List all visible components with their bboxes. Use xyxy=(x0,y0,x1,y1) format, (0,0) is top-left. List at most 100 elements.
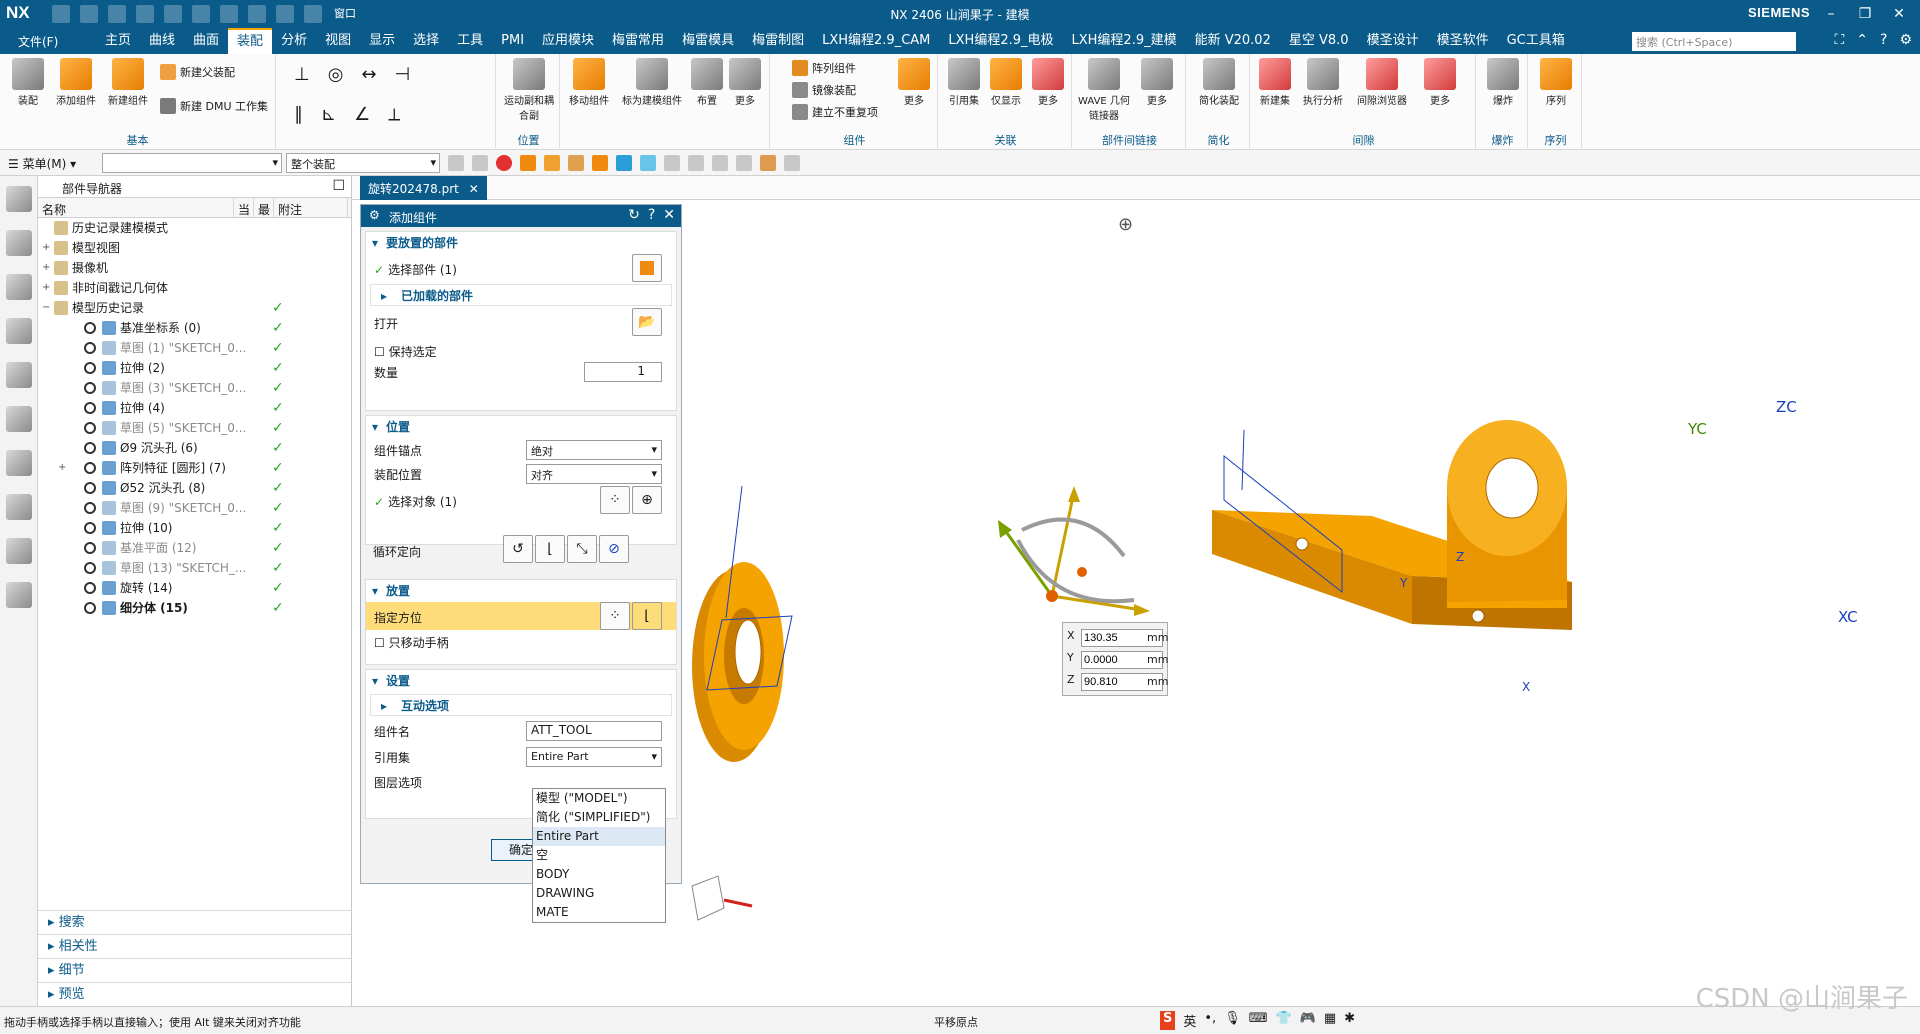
face-filter-icon[interactable] xyxy=(544,155,560,171)
ribbon-tab[interactable]: 梅雷模具 xyxy=(673,28,743,54)
touch-align-icon[interactable]: ⊥ xyxy=(294,64,310,85)
dropdown-option[interactable]: DRAWING xyxy=(533,884,665,903)
component-filter-icon[interactable] xyxy=(592,155,608,171)
more-button-3[interactable]: 更多 xyxy=(1028,58,1068,107)
clearance-browser-button[interactable]: 间隙浏览器 xyxy=(1352,58,1412,107)
ime-mode-label[interactable]: 英 xyxy=(1183,1011,1196,1030)
navigator-section[interactable]: ▸ 细节 xyxy=(38,958,352,982)
concentric-icon[interactable]: ◎ xyxy=(328,64,344,85)
section-settings-header[interactable]: 设置 xyxy=(366,670,676,692)
visibility-eye-icon[interactable] xyxy=(84,402,96,414)
perpendicular-icon[interactable]: ⊾ xyxy=(321,104,336,125)
reset-orient-button[interactable]: ↺ xyxy=(503,535,533,563)
visibility-eye-icon[interactable] xyxy=(84,362,96,374)
column-header[interactable]: 附注 xyxy=(274,198,348,217)
specify-orient-row[interactable]: 指定方位 ⁘ ⌊ xyxy=(366,602,676,630)
expand-toggle-icon[interactable]: + xyxy=(58,458,68,478)
tree-row[interactable]: 基准坐标系 (0) ✓ xyxy=(38,318,351,338)
tree-row[interactable]: 拉伸 (4) ✓ xyxy=(38,398,351,418)
new-parent-button[interactable]: 新建父装配 xyxy=(160,64,235,80)
close-icon[interactable]: ✕ xyxy=(1882,2,1916,26)
visibility-eye-icon[interactable] xyxy=(84,442,96,454)
bracket-part[interactable] xyxy=(1212,420,1572,630)
tree-row[interactable]: + 摄像机 xyxy=(38,258,351,278)
ribbon-tab[interactable]: LXH编程2.9_建模 xyxy=(1063,28,1186,54)
tree-row[interactable]: 历史记录建模模式 xyxy=(38,218,351,238)
dropdown-option[interactable]: 模型 ("MODEL") xyxy=(533,789,665,808)
snap-end-icon[interactable] xyxy=(688,155,704,171)
ribbon-tab[interactable]: 模圣设计 xyxy=(1358,28,1428,54)
dropdown-option[interactable]: 简化 ("SIMPLIFIED") xyxy=(533,808,665,827)
ribbon-tab[interactable]: 分析 xyxy=(272,28,316,54)
ribbon-tab[interactable]: 装配 xyxy=(228,28,273,54)
tree-row[interactable]: + 模型视图 xyxy=(38,238,351,258)
angle-icon[interactable]: ∠ xyxy=(354,104,370,125)
specify-orient-point-button[interactable]: ⁘ xyxy=(600,602,630,630)
column-header[interactable]: 当 xyxy=(234,198,254,217)
center-icon[interactable]: ⟂ xyxy=(388,104,400,125)
ribbon-tab[interactable]: 梅雷常用 xyxy=(603,28,673,54)
deselect-icon[interactable] xyxy=(472,155,488,171)
reset-icon[interactable]: ↻ xyxy=(628,207,640,223)
web-browser-icon[interactable] xyxy=(6,450,32,476)
ribbon-tab[interactable]: 显示 xyxy=(360,28,404,54)
part-navigator-icon[interactable] xyxy=(6,318,32,344)
restore-icon[interactable]: ❐ xyxy=(1848,2,1882,26)
ribbon-tab[interactable]: 工具 xyxy=(448,28,492,54)
reverse-orient-button[interactable]: ⤡ xyxy=(567,535,597,563)
dropdown-option[interactable]: MATE xyxy=(533,903,665,922)
only-move-handle-checkbox[interactable]: ☐ 只移动手柄 xyxy=(374,634,449,651)
section-placement-header[interactable]: 放置 xyxy=(366,580,676,602)
stop-icon[interactable] xyxy=(496,155,512,171)
ime-skin-icon[interactable]: 👕 xyxy=(1275,1011,1291,1030)
curve-filter-icon[interactable] xyxy=(616,155,632,171)
ime-punct-icon[interactable]: •, xyxy=(1204,1011,1216,1030)
graphics-window[interactable]: ⊕ ZC YC XC X Y Z xyxy=(682,200,1920,1006)
ribbon-tab[interactable]: 视图 xyxy=(316,28,360,54)
mirror-assembly-button[interactable]: 镜像装配 xyxy=(792,82,856,98)
fullscreen-icon[interactable]: ⛶ xyxy=(1834,32,1844,48)
quantity-stepper[interactable]: 1 xyxy=(584,362,662,382)
settings-icon[interactable]: ⚙ xyxy=(1899,32,1912,48)
ime-toolbox-icon[interactable]: ▦ xyxy=(1324,1011,1336,1030)
constrain-component-button[interactable]: 标为建模组件 xyxy=(618,58,686,107)
settings-resource-icon[interactable] xyxy=(6,186,32,212)
dialog-gear-icon[interactable]: ⚙ xyxy=(369,208,380,222)
simplify-assembly-button[interactable]: 简化装配 xyxy=(1192,58,1246,107)
new-component-button[interactable]: 新建组件 xyxy=(104,58,152,107)
snap-mid-icon[interactable] xyxy=(712,155,728,171)
ribbon-tab[interactable]: 主页 xyxy=(96,28,140,54)
visibility-eye-icon[interactable] xyxy=(84,562,96,574)
more-button-5[interactable]: 更多 xyxy=(1420,58,1460,107)
ref-set-button[interactable]: 引用集 xyxy=(944,58,984,107)
snap-center-icon[interactable] xyxy=(736,155,752,171)
interaction-options-header[interactable]: 互动选项 xyxy=(370,694,672,717)
explode-button[interactable]: 爆炸 xyxy=(1484,58,1522,107)
ime-mic-icon[interactable]: 🎙 xyxy=(1224,1011,1241,1030)
dialog-help-icon[interactable]: ? xyxy=(648,207,655,223)
ribbon-tab[interactable]: LXH编程2.9_电极 xyxy=(939,28,1062,54)
ref-set-select[interactable]: Entire Part xyxy=(526,747,662,767)
help-icon[interactable]: ? xyxy=(1880,32,1887,48)
tree-row[interactable]: 拉伸 (2) ✓ xyxy=(38,358,351,378)
keep-selected-checkbox[interactable]: ☐ 保持选定 xyxy=(374,343,437,360)
tree-row[interactable]: 草图 (9) "SKETCH_0... ✓ xyxy=(38,498,351,518)
loaded-parts-header[interactable]: 已加载的部件 xyxy=(370,284,672,307)
add-component-button[interactable]: 添加组件 xyxy=(52,58,100,107)
ribbon-tab[interactable]: 曲面 xyxy=(184,28,228,54)
array-component-button[interactable]: 阵列组件 xyxy=(792,60,856,76)
visibility-eye-icon[interactable] xyxy=(84,582,96,594)
distance-icon[interactable]: ↔ xyxy=(361,64,376,85)
section-position-header[interactable]: 位置 xyxy=(366,416,676,438)
main-menu-button[interactable]: ☰ 菜单(M) ▾ xyxy=(8,155,76,172)
sequence-button[interactable]: 序列 xyxy=(1536,58,1576,107)
dropdown-option[interactable]: Entire Part xyxy=(533,827,665,846)
ribbon-tab[interactable]: LXH编程2.9_CAM xyxy=(813,28,939,54)
show-only-button[interactable]: 仅显示 xyxy=(986,58,1026,107)
tree-row[interactable]: Ø9 沉头孔 (6) ✓ xyxy=(38,438,351,458)
view-triad[interactable] xyxy=(691,875,753,921)
selection-scope-combo[interactable]: 整个装配 xyxy=(286,153,440,173)
visibility-eye-icon[interactable] xyxy=(84,422,96,434)
comp-name-field[interactable]: ATT_TOOL xyxy=(526,721,662,741)
navigator-section[interactable]: ▸ 搜索 xyxy=(38,910,352,934)
